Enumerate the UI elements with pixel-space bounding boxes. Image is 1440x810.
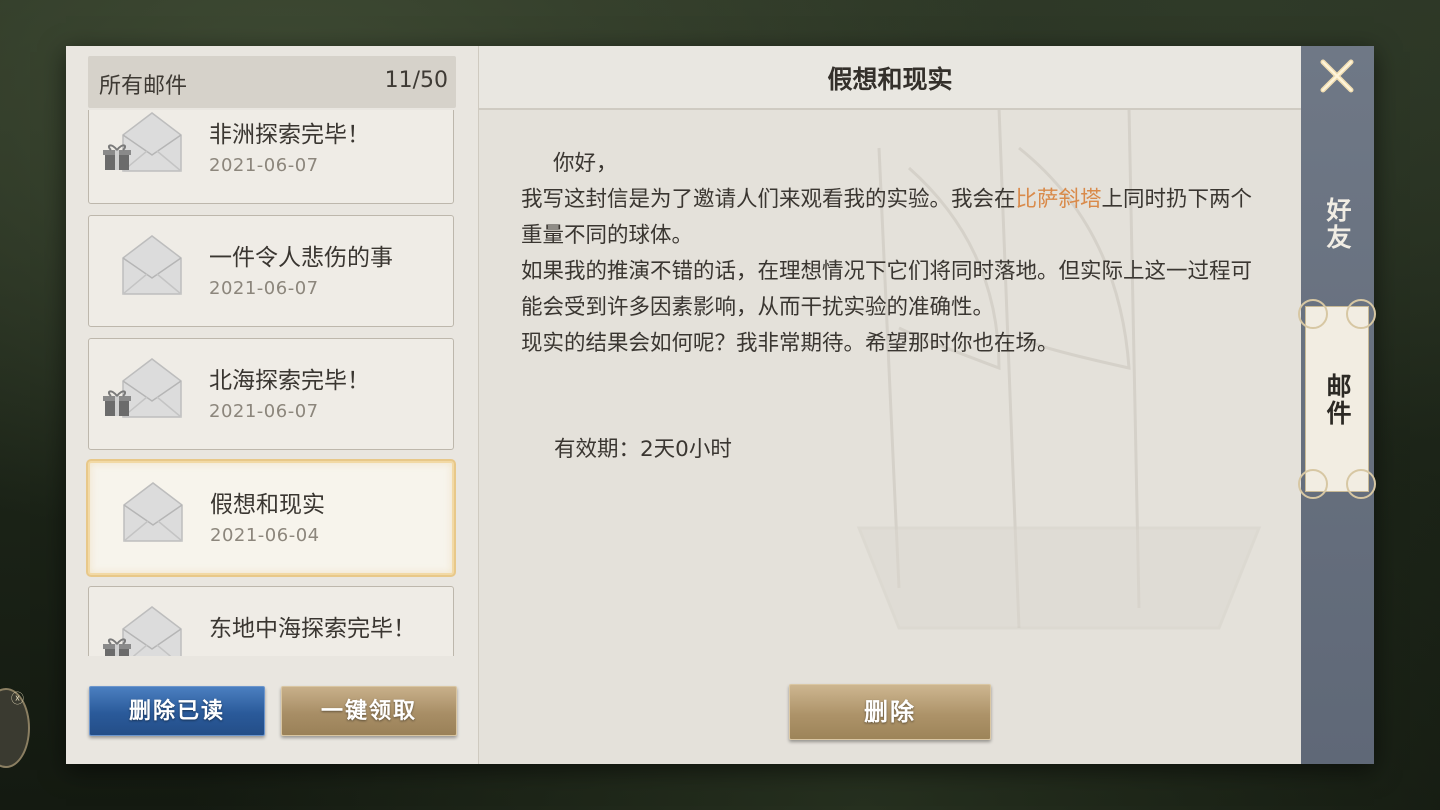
tab-mail[interactable]: 邮件 [1298, 299, 1376, 499]
tab-mail-label: 邮件 [1323, 373, 1352, 427]
mail-item-title: 北海探索完毕！ [209, 368, 370, 394]
mail-item-date: 2021-06-07 [209, 401, 319, 422]
mail-subject: 假想和现实 [827, 65, 953, 94]
mail-body: 你好， 我写这封信是为了邀请人们来观看我的实验。我会在比萨斜塔上同时扔下两个重量… [521, 146, 1273, 362]
mail-item-date: 2021-06-04 [210, 525, 320, 546]
mail-item[interactable]: 一件令人悲伤的事 2021-06-07 [88, 215, 454, 327]
mail-item[interactable]: 东地中海探索完毕！ [88, 586, 454, 656]
mail-window: 所有邮件 11/50 非洲探索完毕！ 2021-06-07 一件令人悲伤的事 2… [66, 46, 1376, 764]
mail-list[interactable]: 非洲探索完毕！ 2021-06-07 一件令人悲伤的事 2021-06-07 北… [84, 110, 466, 656]
side-tab-bar: 好友 邮件 [1298, 46, 1376, 764]
mail-item[interactable]: 北海探索完毕！ 2021-06-07 [88, 338, 454, 450]
tab-corner-ornament [1298, 469, 1328, 499]
detail-header: 假想和现实 [479, 46, 1301, 110]
mail-list-header: 所有邮件 11/50 [88, 56, 456, 108]
tab-corner-ornament [1346, 299, 1376, 329]
gift-icon [103, 144, 131, 170]
mail-paragraph-3: 现实的结果会如何呢？我非常期待。希望那时你也在场。 [521, 331, 1059, 356]
mail-list-panel: 所有邮件 11/50 非洲探索完毕！ 2021-06-07 一件令人悲伤的事 2… [66, 46, 479, 764]
delete-button[interactable]: 删除 [789, 684, 991, 740]
mail-detail-panel: 假想和现实 你好， 我写这封信是为了邀请人们来观看我的实验。我会在比萨斜塔上同时… [479, 46, 1301, 764]
mail-item-title: 一件令人悲伤的事 [209, 245, 393, 271]
mail-count: 11/50 [384, 68, 448, 93]
envelope-icon [123, 482, 183, 542]
mail-item-title: 假想和现实 [210, 492, 325, 518]
envelope-icon [122, 235, 182, 295]
mail-item-title: 非洲探索完毕！ [209, 122, 370, 148]
place-highlight: 比萨斜塔 [1015, 187, 1102, 212]
mail-item-date: 2021-06-07 [209, 155, 319, 176]
validity-period: 有效期：2天0小时 [554, 437, 732, 462]
tab-corner-ornament [1298, 299, 1328, 329]
mail-item-title: 东地中海探索完毕！ [209, 616, 416, 642]
mail-greeting: 你好， [553, 151, 618, 176]
mail-item-date: 2021-06-07 [209, 278, 319, 299]
delete-read-button[interactable]: 删除已读 [89, 686, 265, 736]
close-icon[interactable] [1317, 56, 1357, 96]
gift-icon [103, 638, 131, 656]
mail-paragraph-2: 如果我的推演不错的话，在理想情况下它们将同时落地。但实际上这一过程可能会受到许多… [521, 259, 1253, 320]
claim-all-button[interactable]: 一键领取 [281, 686, 457, 736]
mail-item[interactable]: 非洲探索完毕！ 2021-06-07 [88, 110, 454, 204]
tab-friends[interactable]: 好友 [1301, 164, 1374, 284]
mail-paragraph-1: 我写这封信是为了邀请人们来观看我的实验。我会在比萨斜塔上同时扔下两个重量不同的球… [521, 182, 1273, 254]
mail-text: 我写这封信是为了邀请人们来观看我的实验。我会在 [521, 187, 1016, 212]
mail-list-title: 所有邮件 [99, 74, 188, 99]
gift-icon [103, 390, 131, 416]
mail-item-selected[interactable]: 假想和现实 2021-06-04 [88, 461, 454, 575]
tab-corner-ornament [1346, 469, 1376, 499]
